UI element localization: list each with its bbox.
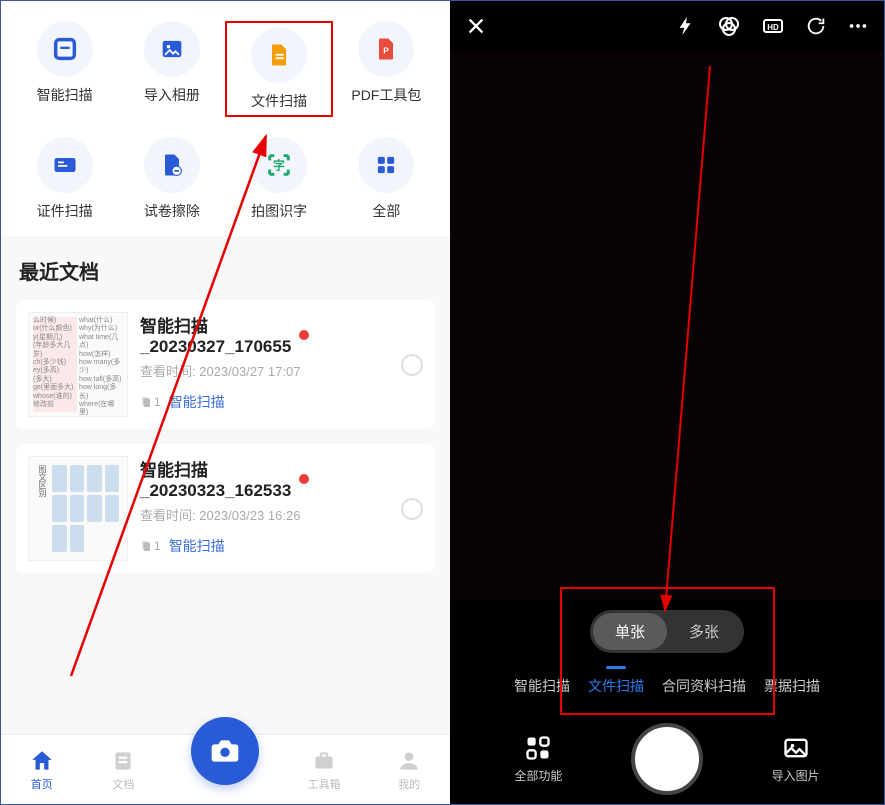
feature-label: 证件扫描 [37,201,93,221]
document-time: 查看时间: 2023/03/23 16:26 [140,505,423,524]
file-icon [251,27,307,83]
idcard-icon [37,137,93,193]
feature-scan[interactable]: 智能扫描 [11,21,118,117]
camera-scan-screen: HD 单张 多张 智能扫描文件扫描合同资料扫描票据扫描 [450,1,884,804]
document-page-count: 1 [140,539,161,553]
multi-page-toggle[interactable]: 多张 [667,613,741,650]
page-count-toggle: 单张 多张 [450,610,884,653]
document-thumbnail: 么时候)or(什么颜色)y(星期几)(年龄多大几岁)ch(多少钱)ey(多高)(… [28,312,128,417]
ocr-icon: 字 [251,137,307,193]
scan-mode-tab[interactable]: 文件扫描 [588,676,644,696]
camera-fab-button[interactable] [191,717,259,785]
flash-icon[interactable] [675,15,697,37]
document-subtitle: _20230327_170655 [140,337,291,357]
document-tag: 智能扫描 [169,536,225,556]
feature-label: 全部 [372,201,400,221]
unread-indicator [299,330,309,340]
camera-top-bar: HD [450,1,884,51]
camera-bottom-bar: 全部功能 导入图片 [450,714,884,804]
scan-mode-tab[interactable]: 智能扫描 [514,676,570,696]
document-thumbnail: 图文区别 [28,456,128,561]
feature-image[interactable]: 导入相册 [118,21,225,117]
more-icon[interactable] [847,15,869,37]
document-page-count: 1 [140,395,161,409]
feature-label: 导入相册 [144,85,200,105]
recent-docs-title: 最近文档 [1,236,450,300]
nav-mine[interactable]: 我的 [396,748,422,792]
bottom-navigation: 首页 文档 工具箱 我的 [1,734,450,804]
document-item[interactable]: 么时候)or(什么颜色)y(星期几)(年龄多大几岁)ch(多少钱)ey(多高)(… [16,300,435,429]
document-title: 智能扫描 [140,312,291,337]
scan-mode-tabs: 智能扫描文件扫描合同资料扫描票据扫描 [450,668,884,704]
scan-mode-tab[interactable]: 票据扫描 [764,676,820,696]
feature-label: 智能扫描 [37,85,93,105]
person-icon [396,748,422,774]
import-image-button[interactable]: 导入图片 [772,734,820,784]
feature-idcard[interactable]: 证件扫描 [11,137,118,221]
document-title: 智能扫描 [140,456,291,481]
feature-ocr[interactable]: 字 拍图识字 [225,137,332,221]
svg-text:字: 字 [273,159,285,173]
document-time: 查看时间: 2023/03/27 17:07 [140,361,423,380]
grid-icon [524,734,552,762]
pdf-icon: P [358,21,414,77]
single-page-toggle[interactable]: 单张 [593,613,667,650]
filter-icon[interactable] [717,14,741,38]
svg-text:P: P [384,47,390,56]
feature-label: 文件扫描 [251,91,307,111]
unread-indicator [299,474,309,484]
camera-icon [209,735,241,767]
erase-icon [144,137,200,193]
camera-controls: 单张 多张 智能扫描文件扫描合同资料扫描票据扫描 [450,600,884,714]
nav-home[interactable]: 首页 [29,748,55,792]
scan-mode-tab[interactable]: 合同资料扫描 [662,676,746,696]
all-features-button[interactable]: 全部功能 [514,734,562,784]
feature-pdf[interactable]: P PDF工具包 [333,21,440,117]
feature-label: PDF工具包 [351,85,421,105]
feature-erase[interactable]: 试卷擦除 [118,137,225,221]
nav-tools[interactable]: 工具箱 [308,748,341,792]
document-select-radio[interactable] [401,498,423,520]
document-select-radio[interactable] [401,354,423,376]
feature-label: 拍图识字 [251,201,307,221]
nav-docs[interactable]: 文档 [110,748,136,792]
feature-label: 试卷擦除 [144,201,200,221]
document-list: 么时候)or(什么颜色)y(星期几)(年龄多大几岁)ch(多少钱)ey(多高)(… [1,300,450,734]
hd-icon[interactable]: HD [761,14,785,38]
refresh-icon[interactable] [805,15,827,37]
annotation-arrow-right [600,61,720,616]
document-tag: 智能扫描 [169,392,225,412]
shutter-button[interactable] [631,723,703,795]
svg-text:HD: HD [767,23,779,32]
document-subtitle: _20230323_162533 [140,481,291,501]
feature-grid[interactable]: 全部 [333,137,440,221]
document-item[interactable]: 图文区别 智能扫描 _20230323_162533 查看时间: 2023/03… [16,444,435,573]
image-icon [144,21,200,77]
feature-file[interactable]: 文件扫描 [225,21,332,117]
feature-grid: 智能扫描 导入相册 文件扫描 P PDF工具包 证件扫描 试卷擦除 字 拍图识字… [1,1,450,236]
image-icon [782,734,810,762]
close-icon[interactable] [465,15,487,37]
scan-icon [37,21,93,77]
app-home-screen: 智能扫描 导入相册 文件扫描 P PDF工具包 证件扫描 试卷擦除 字 拍图识字… [1,1,450,804]
grid-icon [358,137,414,193]
home-icon [29,748,55,774]
docs-icon [110,748,136,774]
camera-viewfinder [450,51,884,600]
toolbox-icon [311,748,337,774]
